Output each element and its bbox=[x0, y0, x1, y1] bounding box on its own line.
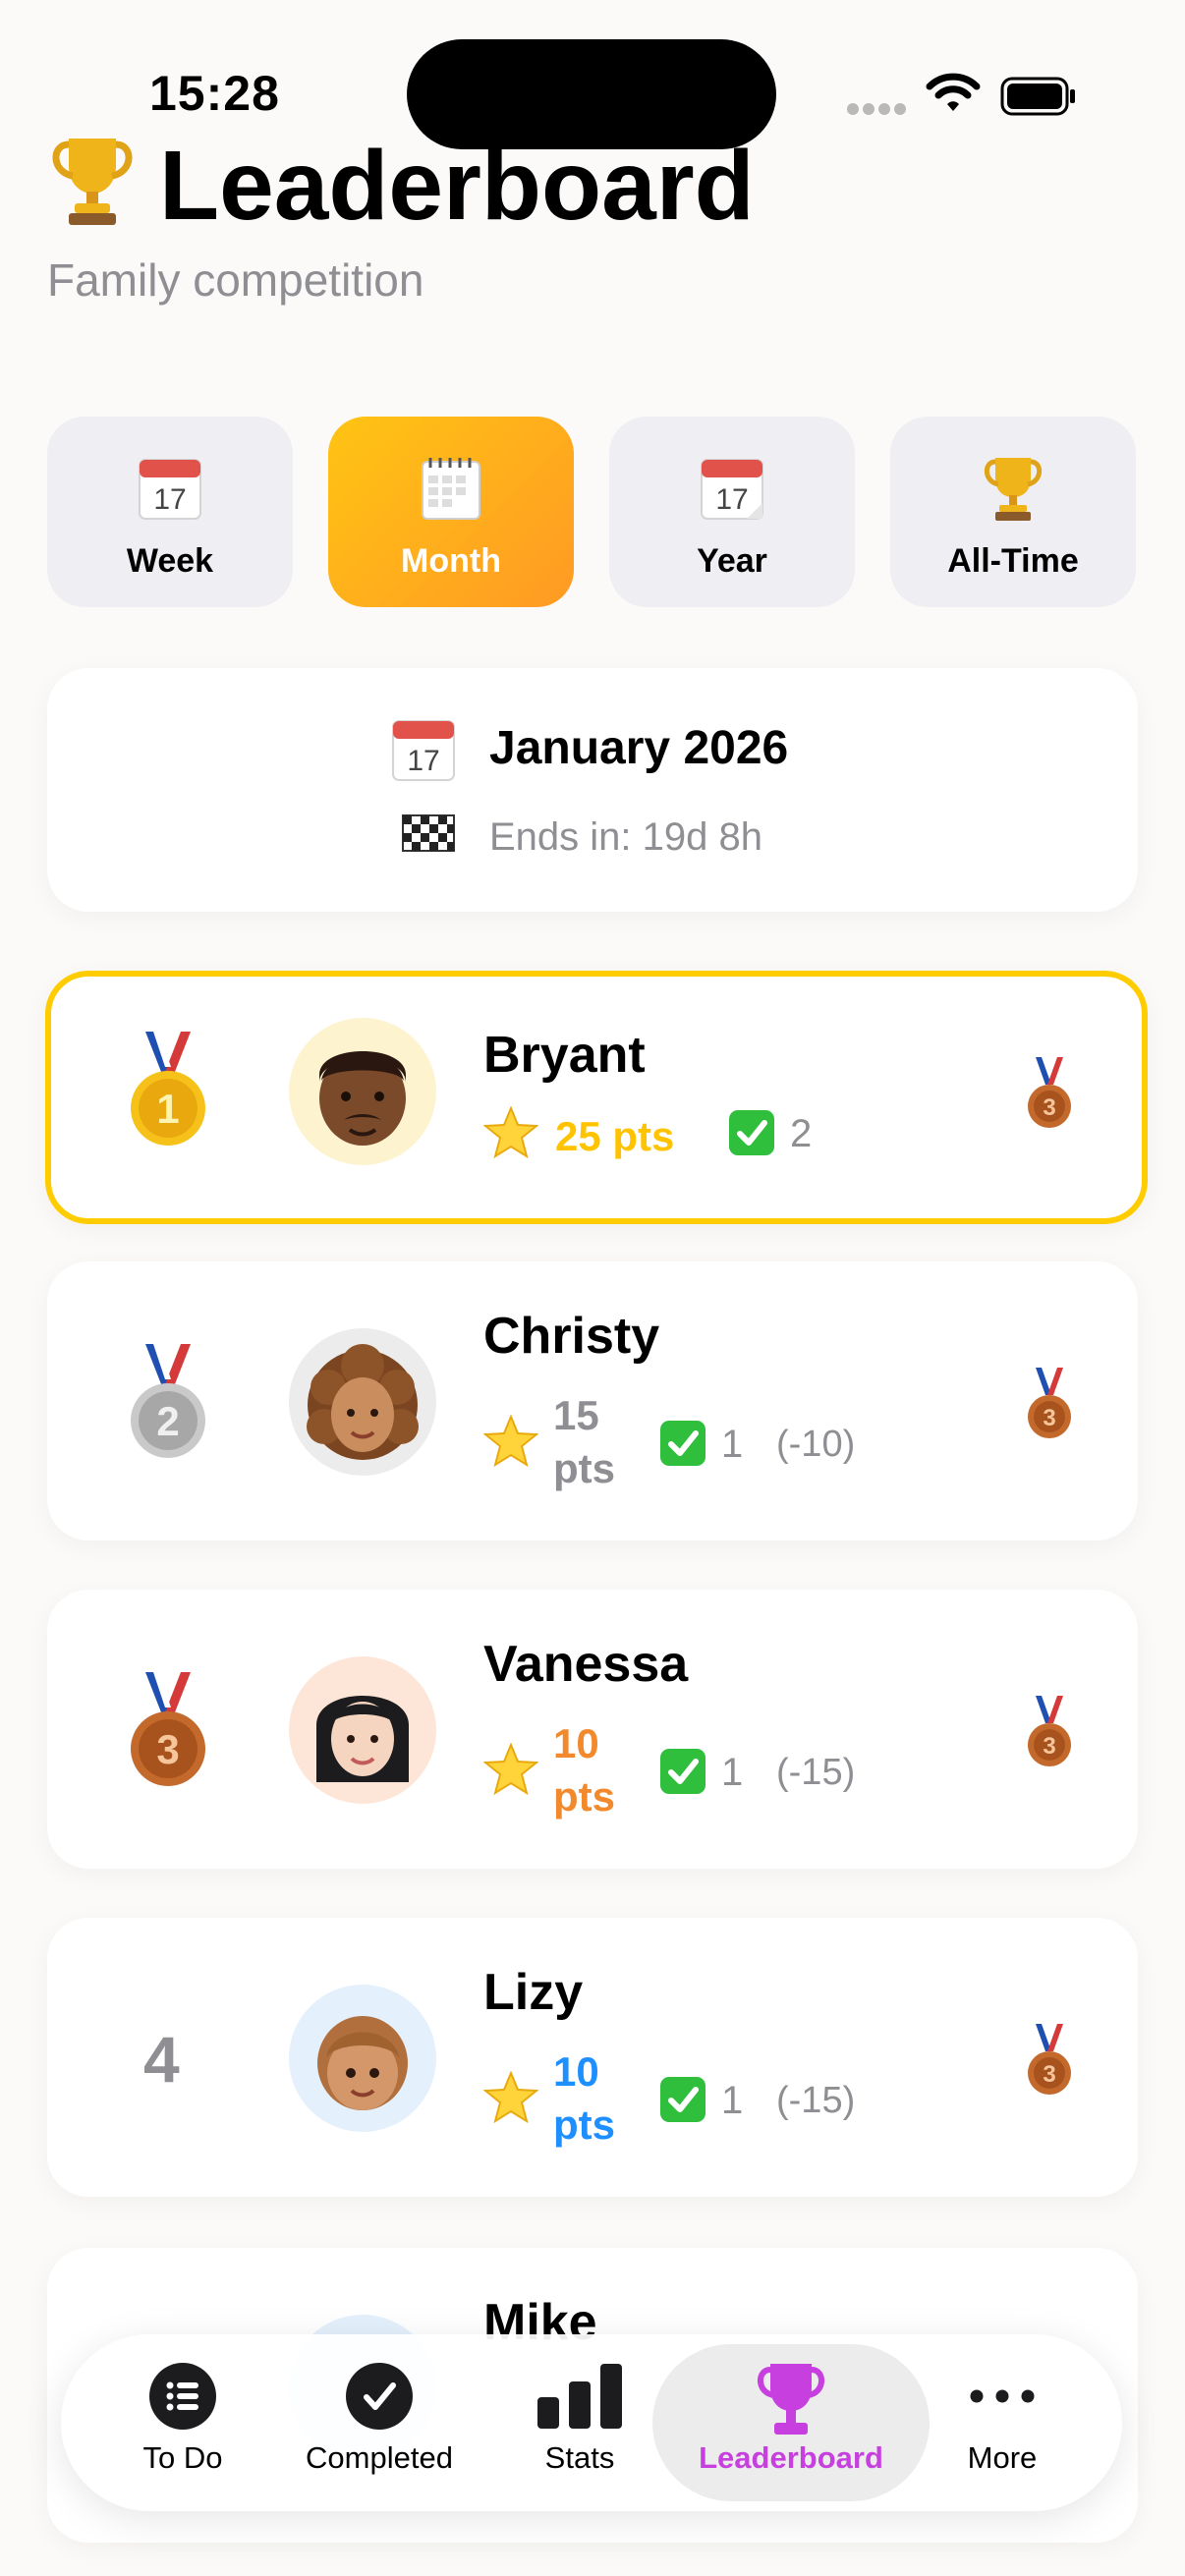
tab-bar-item-more[interactable]: More bbox=[943, 2362, 1061, 2476]
player-name: Christy bbox=[483, 1308, 660, 1365]
period-title: January 2026 bbox=[489, 722, 789, 774]
ellipsis-icon bbox=[943, 2362, 1061, 2431]
bronze-medal-icon: 3 bbox=[124, 1668, 212, 1797]
tab-label: All-Time bbox=[947, 542, 1079, 580]
svg-text:17: 17 bbox=[407, 745, 439, 777]
checkered-flag-icon bbox=[399, 812, 458, 866]
gold-medal-icon: 1 bbox=[124, 1028, 212, 1156]
player-name: Vanessa bbox=[483, 1636, 689, 1693]
svg-text:3: 3 bbox=[1043, 1405, 1055, 1431]
tab-label: Week bbox=[126, 542, 214, 580]
points-difference: (-15) bbox=[776, 2080, 856, 2121]
points-difference: (-10) bbox=[776, 1424, 856, 1465]
calendar-icon: 17 bbox=[389, 715, 458, 789]
star-icon bbox=[482, 2070, 539, 2129]
list-icon bbox=[124, 2362, 242, 2431]
tab-month[interactable]: Month bbox=[328, 417, 574, 607]
checkmark-icon bbox=[729, 1110, 774, 1155]
tab-bar-label: More bbox=[967, 2440, 1038, 2475]
page-title: Leaderboard bbox=[47, 132, 755, 248]
cellular-signal-icon bbox=[847, 102, 910, 120]
avatar bbox=[289, 1328, 436, 1476]
star-icon bbox=[482, 1742, 539, 1801]
period-card bbox=[47, 668, 1138, 912]
svg-text:1: 1 bbox=[156, 1086, 179, 1132]
tab-label: Year bbox=[697, 542, 767, 580]
tab-year[interactable]: 17 Year bbox=[609, 417, 855, 607]
star-icon bbox=[482, 1414, 539, 1473]
tab-bar-item-completed[interactable]: Completed bbox=[291, 2362, 468, 2476]
trophy-icon bbox=[890, 454, 1136, 523]
trophy-icon bbox=[47, 133, 138, 248]
trophy-icon bbox=[678, 2362, 904, 2435]
svg-text:3: 3 bbox=[1043, 1733, 1055, 1760]
bronze-medal-icon: 3 bbox=[1022, 1366, 1077, 1445]
wifi-icon bbox=[926, 71, 981, 119]
tab-all-time[interactable]: All-Time bbox=[890, 417, 1136, 607]
man-emoji-icon bbox=[319, 1051, 406, 1146]
woman-emoji-icon bbox=[316, 1696, 409, 1782]
svg-text:17: 17 bbox=[715, 483, 748, 516]
avatar bbox=[289, 1985, 436, 2132]
battery-icon bbox=[1000, 77, 1077, 116]
checkmark-circle-icon bbox=[291, 2362, 468, 2431]
points-difference: (-15) bbox=[776, 1752, 856, 1793]
player-points: 15 pts bbox=[553, 1392, 615, 1491]
page-subtitle: Family competition bbox=[47, 254, 424, 306]
completed-count: 1 bbox=[721, 1423, 744, 1466]
status-time: 15:28 bbox=[149, 66, 280, 121]
svg-text:2: 2 bbox=[156, 1398, 179, 1444]
tab-label: Month bbox=[401, 542, 501, 580]
player-points: 25 pts bbox=[555, 1113, 675, 1159]
spiral-calendar-icon bbox=[328, 454, 574, 523]
completed-count: 2 bbox=[790, 1112, 813, 1155]
woman-curly-emoji-icon bbox=[307, 1344, 419, 1460]
completed-count: 1 bbox=[721, 1751, 744, 1794]
tab-bar-item-leaderboard[interactable]: Leaderboard bbox=[678, 2362, 904, 2476]
star-icon bbox=[482, 1105, 539, 1164]
tab-bar-label: To Do bbox=[142, 2440, 223, 2475]
tab-week[interactable]: 17 Week bbox=[47, 417, 293, 607]
tab-bar-label: Stats bbox=[544, 2440, 615, 2475]
checkmark-icon bbox=[660, 1421, 705, 1466]
avatar bbox=[289, 1656, 436, 1804]
bar-chart-icon bbox=[521, 2362, 639, 2431]
tab-bar-item-stats[interactable]: Stats bbox=[521, 2362, 639, 2476]
tab-bar-label: Completed bbox=[306, 2440, 453, 2475]
avatar bbox=[289, 1018, 436, 1165]
calendar-icon: 17 bbox=[47, 454, 293, 523]
period-ends-in: Ends in: 19d 8h bbox=[489, 815, 762, 859]
player-name: Lizy bbox=[483, 1964, 584, 2021]
player-name: Bryant bbox=[483, 1027, 646, 1084]
rank-number: 4 bbox=[143, 2023, 180, 2096]
bronze-medal-icon: 3 bbox=[1022, 1055, 1077, 1135]
checkmark-icon bbox=[660, 2077, 705, 2122]
tab-bar-item-to-do[interactable]: To Do bbox=[124, 2362, 242, 2476]
svg-text:3: 3 bbox=[156, 1726, 179, 1772]
child-emoji-icon bbox=[317, 2016, 408, 2110]
calendar-icon: 17 bbox=[609, 454, 855, 523]
svg-text:3: 3 bbox=[1043, 1094, 1055, 1121]
svg-text:3: 3 bbox=[1043, 2061, 1055, 2088]
player-points: 10 pts bbox=[553, 2048, 615, 2148]
silver-medal-icon: 2 bbox=[124, 1340, 212, 1469]
bronze-medal-icon: 3 bbox=[1022, 1694, 1077, 1773]
completed-count: 1 bbox=[721, 2079, 744, 2122]
player-points: 10 pts bbox=[553, 1720, 615, 1820]
svg-text:17: 17 bbox=[153, 483, 186, 516]
checkmark-icon bbox=[660, 1749, 705, 1794]
page-title-text: Leaderboard bbox=[159, 131, 755, 241]
bronze-medal-icon: 3 bbox=[1022, 2022, 1077, 2101]
tab-bar-label: Leaderboard bbox=[699, 2440, 883, 2475]
